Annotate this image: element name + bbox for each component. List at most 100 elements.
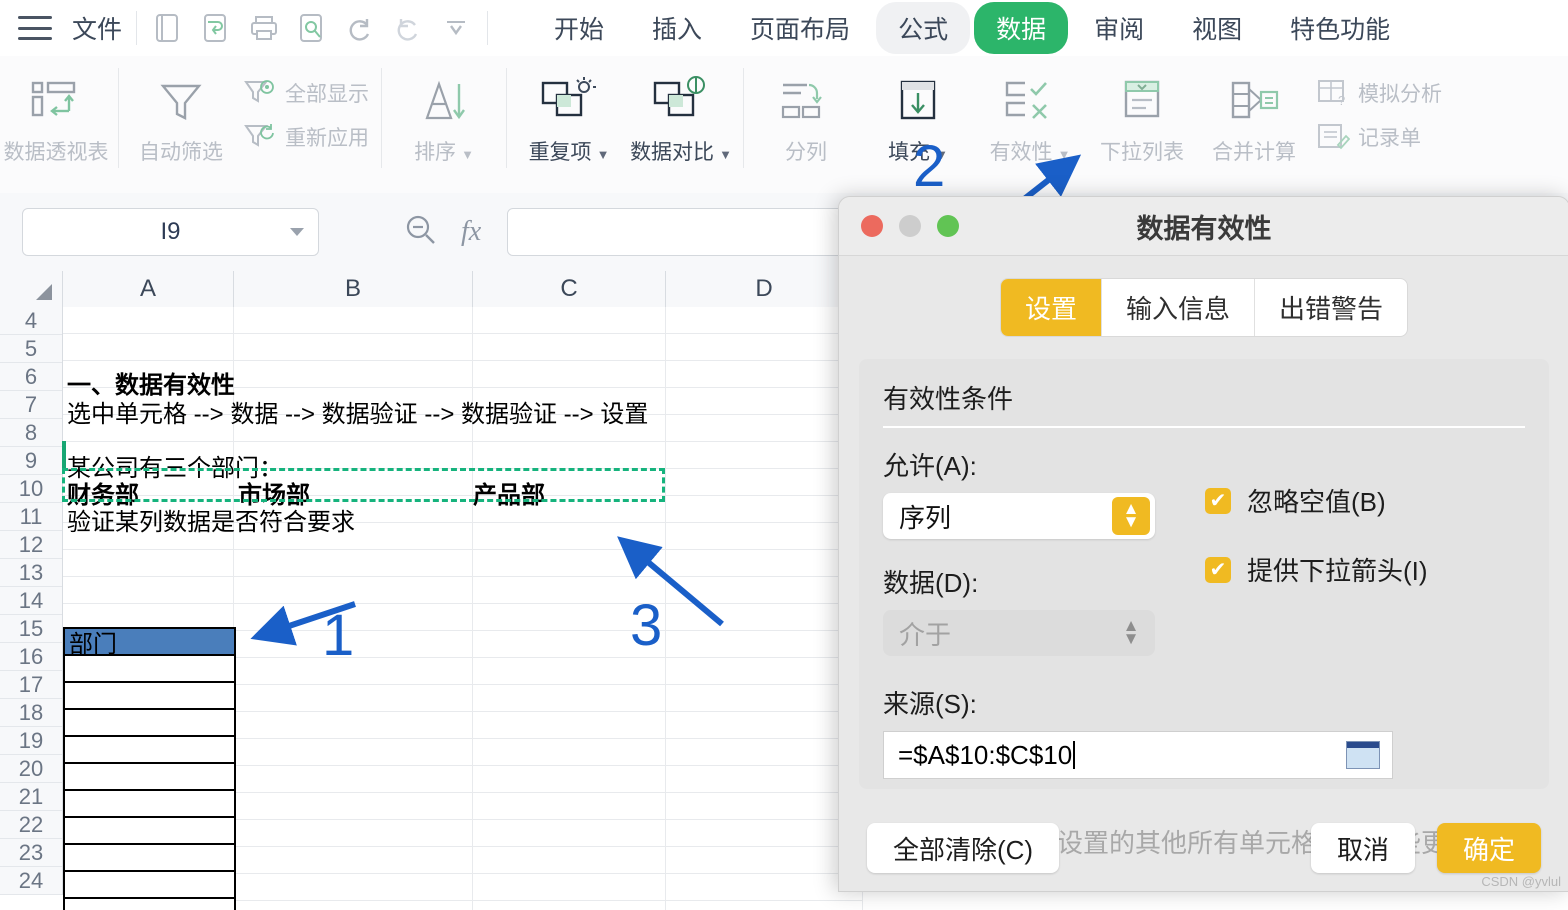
tab-settings[interactable]: 设置: [1000, 279, 1102, 336]
text-to-columns-button[interactable]: 分列: [750, 62, 862, 166]
pivot-table-button[interactable]: 数据透视表: [0, 62, 112, 166]
dropdown-list-button[interactable]: 下拉列表: [1086, 62, 1198, 166]
file-menu-button[interactable]: 文件: [72, 10, 122, 46]
print-icon[interactable]: [247, 11, 281, 45]
chevron-down-icon[interactable]: ▼: [719, 147, 732, 162]
dept-table-row[interactable]: [65, 818, 234, 845]
ignore-blank-checkbox[interactable]: ✔: [1205, 487, 1231, 514]
ignore-blank-row[interactable]: ✔ 忽略空值(B): [1205, 482, 1525, 519]
row-header-18[interactable]: 18: [0, 699, 62, 727]
chevron-down-icon[interactable]: [439, 11, 473, 45]
allow-select[interactable]: 序列 ▲ ▼: [883, 493, 1155, 539]
dialog-title-bar[interactable]: 数据有效性: [839, 197, 1568, 256]
cancel-button[interactable]: 取消: [1310, 823, 1415, 873]
undo-icon[interactable]: [343, 11, 377, 45]
row-header-7[interactable]: 7: [0, 391, 62, 419]
tab-input-message[interactable]: 输入信息: [1102, 279, 1255, 336]
dept-table-row[interactable]: [65, 710, 234, 737]
tab-shitu[interactable]: 视图: [1170, 2, 1264, 54]
dept-table-header[interactable]: 部门: [65, 629, 234, 658]
tab-gongshi[interactable]: 公式: [876, 2, 971, 54]
what-if-analysis-button[interactable]: ? 模拟分析: [1310, 76, 1448, 110]
chevron-down-icon[interactable]: ▼: [461, 147, 474, 162]
cell-a11[interactable]: 验证某列数据是否符合要求: [67, 502, 355, 537]
record-form-button[interactable]: 记录单: [1310, 120, 1448, 154]
chevron-down-icon[interactable]: ▼: [597, 147, 610, 162]
data-compare-button[interactable]: 数据对比 ▼: [625, 62, 737, 166]
row-header-24[interactable]: 24: [0, 867, 62, 895]
source-range-selection[interactable]: [62, 468, 665, 502]
dept-table-row[interactable]: [65, 899, 234, 910]
row-header-19[interactable]: 19: [0, 727, 62, 755]
tab-yemianbuju[interactable]: 页面布局: [728, 2, 872, 54]
dept-table-row[interactable]: [65, 656, 234, 683]
reapply-button[interactable]: 重新应用: [237, 120, 375, 154]
chevron-down-icon[interactable]: ▼: [1058, 147, 1071, 162]
tab-tesegongneng[interactable]: 特色功能: [1268, 2, 1412, 54]
stepper-icon[interactable]: ▲ ▼: [1112, 497, 1150, 535]
show-dropdown-checkbox[interactable]: ✔: [1205, 556, 1231, 583]
column-header-c[interactable]: C: [473, 271, 666, 307]
tab-shuju[interactable]: 数据: [974, 2, 1069, 54]
select-all-corner[interactable]: [0, 271, 63, 307]
data-select[interactable]: 介于 ▲ ▼: [883, 610, 1155, 656]
show-dropdown-row[interactable]: ✔ 提供下拉箭头(I): [1205, 551, 1525, 588]
row-header-8[interactable]: 8: [0, 419, 62, 447]
export-icon[interactable]: [199, 11, 233, 45]
duplicate-items-button[interactable]: 重复项 ▼: [513, 62, 625, 166]
chevron-down-icon[interactable]: [290, 228, 304, 236]
dept-table[interactable]: 部门: [63, 627, 236, 910]
row-header-23[interactable]: 23: [0, 839, 62, 867]
range-select-icon[interactable]: [1346, 741, 1380, 769]
hamburger-icon[interactable]: [18, 16, 52, 40]
validity-label: 有效性 ▼: [990, 136, 1071, 166]
tab-shenyue[interactable]: 审阅: [1072, 2, 1166, 54]
column-header-a[interactable]: A: [63, 271, 234, 307]
column-header-d[interactable]: D: [666, 271, 863, 307]
tab-charu[interactable]: 插入: [630, 2, 724, 54]
row-header-22[interactable]: 22: [0, 811, 62, 839]
row-header-20[interactable]: 20: [0, 755, 62, 783]
row-header-6[interactable]: 6: [0, 363, 62, 391]
dept-table-row[interactable]: [65, 683, 234, 710]
dept-table-row[interactable]: [65, 872, 234, 899]
validity-button[interactable]: 有效性 ▼: [974, 62, 1086, 166]
dept-table-row[interactable]: [65, 791, 234, 818]
row-header-14[interactable]: 14: [0, 587, 62, 615]
row-header-12[interactable]: 12: [0, 531, 62, 559]
sort-button[interactable]: 排序 ▼: [388, 62, 500, 166]
new-doc-icon[interactable]: [151, 11, 185, 45]
name-box[interactable]: I9: [22, 208, 319, 256]
row-header-15[interactable]: 15: [0, 615, 62, 643]
row-header-4[interactable]: 4: [0, 307, 62, 335]
stepper-icon[interactable]: ▲ ▼: [1112, 614, 1150, 652]
tab-error-alert[interactable]: 出错警告: [1255, 279, 1407, 336]
autofilter-button[interactable]: 自动筛选: [125, 62, 237, 166]
text-to-columns-label: 分列: [785, 141, 827, 164]
ribbon-group-data-tools: 分列 填充 ▼ 有效性 ▼ 下拉列表 合并计算 ? 模拟分析 记录单: [750, 56, 1448, 184]
row-header-13[interactable]: 13: [0, 559, 62, 587]
cell-a7[interactable]: 选中单元格 --> 数据 --> 数据验证 --> 数据验证 --> 设置: [67, 394, 648, 429]
zoom-out-icon[interactable]: [403, 212, 439, 253]
tab-kaishi[interactable]: 开始: [532, 2, 626, 54]
row-header-9[interactable]: 9: [0, 447, 62, 475]
dept-table-row[interactable]: [65, 737, 234, 764]
confirm-button[interactable]: 确定: [1436, 823, 1541, 873]
redo-icon[interactable]: [391, 11, 425, 45]
consolidate-button[interactable]: 合并计算: [1198, 62, 1310, 166]
row-header-11[interactable]: 11: [0, 503, 62, 531]
row-header-16[interactable]: 16: [0, 643, 62, 671]
print-preview-icon[interactable]: [295, 11, 329, 45]
dept-table-row[interactable]: [65, 845, 234, 872]
column-header-b[interactable]: B: [234, 271, 473, 307]
divider: [136, 11, 138, 45]
row-header-5[interactable]: 5: [0, 335, 62, 363]
source-input[interactable]: =$A$10:$C$10: [883, 731, 1393, 779]
insert-function-icon[interactable]: fx: [461, 216, 481, 248]
row-header-21[interactable]: 21: [0, 783, 62, 811]
row-header-17[interactable]: 17: [0, 671, 62, 699]
dept-table-row[interactable]: [65, 764, 234, 791]
clear-all-button[interactable]: 全部清除(C): [867, 823, 1060, 873]
row-header-10[interactable]: 10: [0, 475, 62, 503]
show-all-button[interactable]: 全部显示: [237, 76, 375, 110]
